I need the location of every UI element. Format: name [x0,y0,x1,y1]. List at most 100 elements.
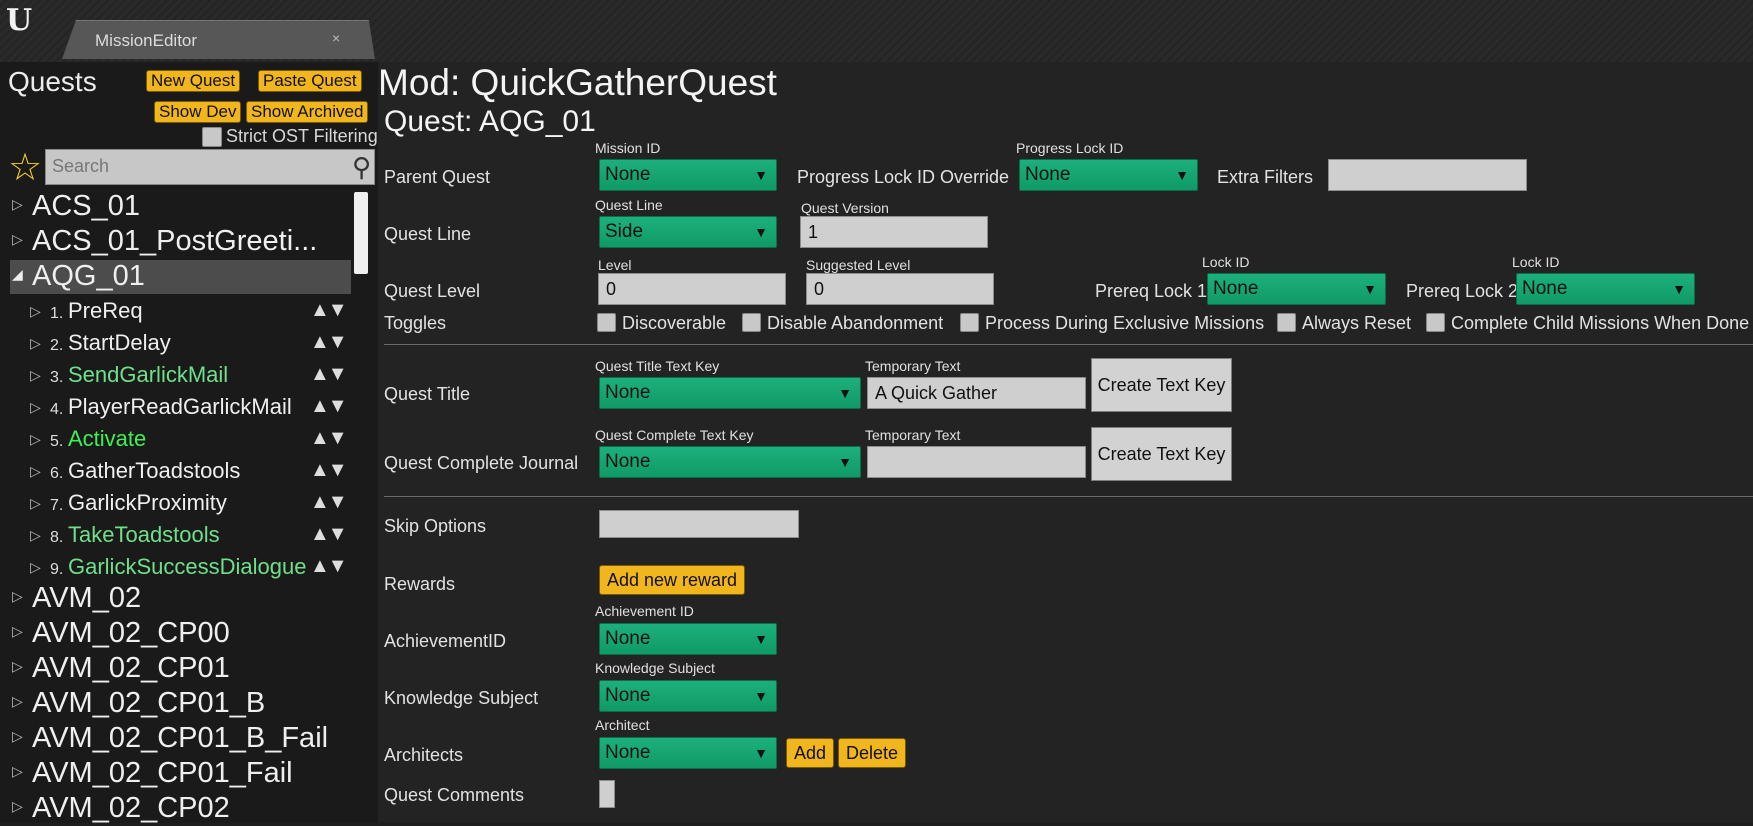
list-item[interactable]: ▷ 8. TakeToadstools ▲▼ [10,518,362,552]
discoverable-label: Discoverable [622,313,727,333]
reorder-icon[interactable]: ▲▼ [310,299,348,322]
quest-version-field[interactable]: 1 [800,216,988,248]
disable-abandonment-label: Disable Abandonment [767,313,944,333]
search-icon[interactable]: ⚲ [352,152,371,182]
list-item[interactable]: ▷ AVM_02_CP01_B [10,687,362,721]
temporary-text-2-field[interactable] [867,446,1086,478]
list-item[interactable]: ▷ 3. SendGarlickMail ▲▼ [10,358,362,392]
reorder-icon[interactable]: ▲▼ [310,427,348,450]
create-text-key-button[interactable]: Create Text Key [1091,358,1232,412]
quest-title-key-dropdown[interactable]: None ▼ [599,377,861,409]
chevron-down-icon: ▼ [1175,167,1189,183]
reorder-icon[interactable]: ▲▼ [310,523,348,546]
lock-id-caption-1: Lock ID [1202,254,1250,270]
prereq-lock-1-dropdown[interactable]: None ▼ [1207,273,1386,305]
progress-lock-override-label: Progress Lock ID Override [797,167,1010,187]
prereq-lock-2-label: Prereq Lock 2 [1406,281,1519,301]
architects-label: Architects [384,745,464,765]
reorder-icon[interactable]: ▲▼ [310,363,348,386]
prereq-lock-2-dropdown[interactable]: None ▼ [1516,273,1695,305]
quest-line-dropdown[interactable]: Side ▼ [599,216,777,248]
star-icon[interactable]: ☆ [8,148,42,188]
mod-title: Mod: QuickGatherQuest [378,62,777,103]
quest-title-row-label: Quest Title [384,384,471,404]
list-item[interactable]: ▷ 1. PreReq ▲▼ [10,294,362,328]
list-item[interactable]: ▷ 7. GarlickProximity ▲▼ [10,486,362,520]
reorder-icon[interactable]: ▲▼ [310,555,348,578]
list-item[interactable]: ▷ 4. PlayerReadGarlickMail ▲▼ [10,390,362,424]
always-reset-checkbox[interactable] [1277,313,1296,332]
list-item[interactable]: ▷ 2. StartDelay ▲▼ [10,326,362,360]
level-caption: Level [598,257,632,273]
architect-dropdown[interactable]: None ▼ [599,737,777,769]
level-field[interactable]: 0 [598,273,786,305]
chevron-down-icon: ▼ [754,745,768,761]
achievement-dropdown[interactable]: None ▼ [599,623,777,655]
sidebar-title: Quests [8,66,97,97]
temporary-text-caption: Temporary Text [865,358,961,374]
architect-caption: Architect [595,717,650,733]
list-item-selected[interactable]: ◢ AQG_01 [10,260,351,294]
skip-options-field[interactable] [599,510,799,538]
process-exclusive-label: Process During Exclusive Missions [985,313,1265,333]
list-item[interactable]: ▷ 9. GarlickSuccessDialogue ▲▼ [10,550,362,584]
paste-quest-button[interactable]: Paste Quest [258,70,362,92]
search-placeholder: Search [52,156,110,176]
extra-filters-field[interactable] [1328,159,1527,191]
sidebar-scrollbar[interactable] [354,192,368,274]
temporary-text-field[interactable]: A Quick Gather [867,377,1086,409]
list-item[interactable]: ▷ AVM_02 [10,582,362,616]
chevron-down-icon: ▼ [754,167,768,183]
list-item[interactable]: ▷ AVM_02_CP01_B_Fail [10,722,362,756]
quest-complete-key-caption: Quest Complete Text Key [595,427,754,443]
list-item[interactable]: ▷ 5. Activate ▲▼ [10,422,362,456]
chevron-down-icon: ▼ [754,224,768,240]
delete-architect-button[interactable]: Delete [838,738,907,768]
complete-child-checkbox[interactable] [1426,313,1445,332]
chevron-down-icon: ▼ [1363,281,1377,297]
chevron-down-icon: ▼ [838,385,852,401]
mission-id-dropdown[interactable]: None ▼ [599,159,777,191]
list-item[interactable]: ▷ AVM_02_CP00 [10,617,362,651]
close-icon[interactable]: × [332,30,340,46]
discoverable-checkbox[interactable] [597,313,616,332]
suggested-level-caption: Suggested Level [806,257,911,273]
disable-abandonment-checkbox[interactable] [742,313,761,332]
list-item[interactable]: ▷ ACS_01_PostGreeti... [10,225,362,259]
reorder-icon[interactable]: ▲▼ [310,459,348,482]
show-archived-button[interactable]: Show Archived [246,101,369,123]
quest-comments-label: Quest Comments [384,785,525,805]
progress-lock-dropdown[interactable]: None ▼ [1019,159,1198,191]
complete-child-label: Complete Child Missions When Done [1451,313,1750,333]
parent-quest-label: Parent Quest [384,167,491,187]
new-quest-button[interactable]: New Quest [146,70,241,92]
chevron-down-icon: ▼ [754,688,768,704]
quest-title-key-caption: Quest Title Text Key [595,358,720,374]
list-item[interactable]: ▷ ACS_01 [10,190,362,224]
quest-comments-field[interactable] [599,780,615,808]
prereq-lock-1-label: Prereq Lock 1 [1095,281,1208,301]
knowledge-dropdown[interactable]: None ▼ [599,680,777,712]
process-exclusive-checkbox[interactable] [960,313,979,332]
unreal-logo-icon: U [6,3,33,38]
quest-title: Quest: AQG_01 [384,105,596,138]
quest-complete-journal-label: Quest Complete Journal [384,453,579,473]
quest-complete-key-dropdown[interactable]: None ▼ [599,446,861,478]
quest-line-caption: Quest Line [595,197,663,213]
list-item[interactable]: ▷ 6. GatherToadstools ▲▼ [10,454,362,488]
suggested-level-field[interactable]: 0 [806,273,994,305]
reorder-icon[interactable]: ▲▼ [310,491,348,514]
list-item[interactable]: ▷ AVM_02_CP01 [10,652,362,686]
reorder-icon[interactable]: ▲▼ [310,395,348,418]
strict-filter-checkbox[interactable] [202,127,222,147]
list-item[interactable]: ▷ AVM_02_CP02 [10,792,362,826]
list-item[interactable]: ▷ AVM_02_CP01_Fail [10,757,362,791]
create-text-key-2-button[interactable]: Create Text Key [1091,427,1232,481]
achievement-id-label: AchievementID [384,631,507,651]
reorder-icon[interactable]: ▲▼ [310,331,348,354]
add-architect-button[interactable]: Add [786,738,835,768]
add-new-reward-button[interactable]: Add new reward [599,565,746,595]
show-dev-button[interactable]: Show Dev [154,101,242,123]
quest-version-caption: Quest Version [801,200,889,216]
chevron-down-icon: ▼ [1672,281,1686,297]
